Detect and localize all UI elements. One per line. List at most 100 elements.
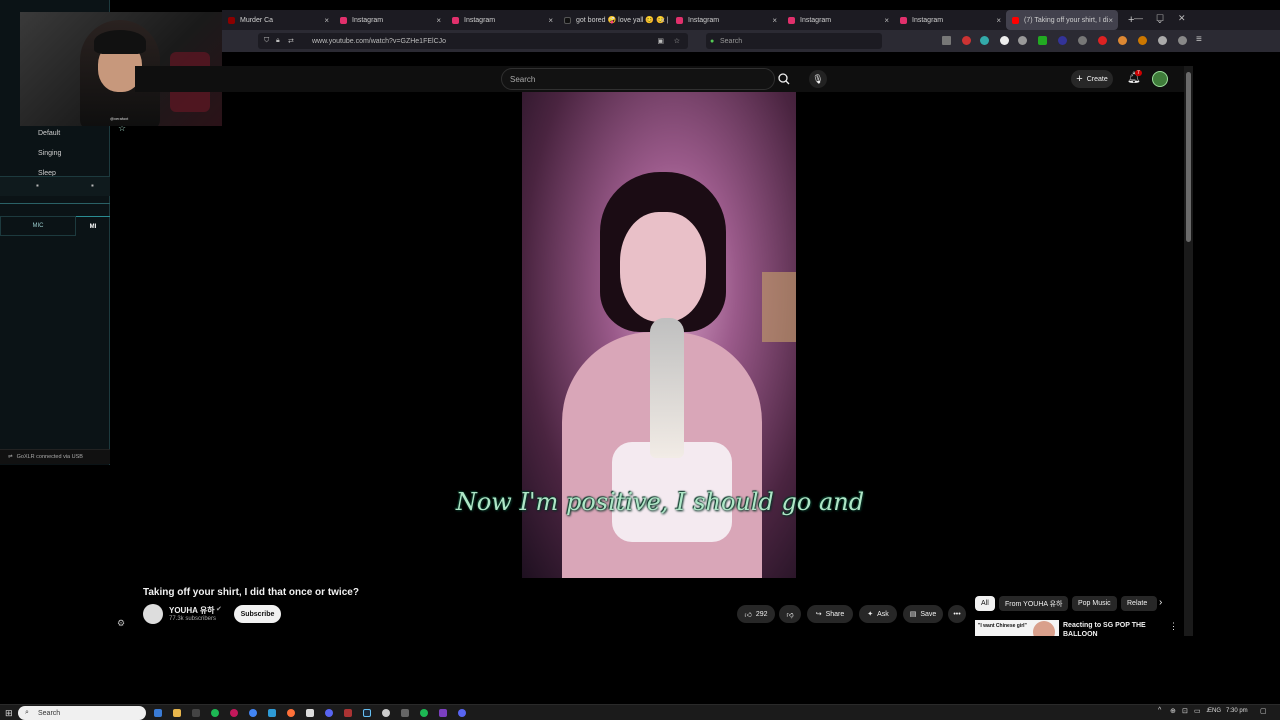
browser-tab[interactable]: Instagram ×	[894, 10, 1006, 30]
spotify-icon[interactable]	[211, 709, 219, 717]
close-window-icon[interactable]: ✕	[1178, 13, 1186, 24]
sample-item-singing[interactable]: Singing	[38, 150, 61, 157]
minimize-icon[interactable]: —	[1134, 13, 1143, 23]
close-tab-icon[interactable]: ×	[324, 16, 329, 25]
address-bar[interactable]: ⛉ 🔒︎ ⇄ www.youtube.com/watch?v=GZHe1FElC…	[258, 33, 688, 49]
app-icon[interactable]	[325, 709, 333, 717]
channel-avatar[interactable]	[143, 604, 163, 624]
menu-icon[interactable]: ≡	[1196, 34, 1202, 45]
browser-search-field[interactable]: ● Search	[706, 33, 882, 49]
thumbs-up-icon: 👍︎	[744, 611, 752, 619]
dislike-button[interactable]: 👎︎	[779, 605, 801, 623]
tray-icon[interactable]: ⊕	[1170, 707, 1176, 715]
close-tab-icon[interactable]: ×	[772, 16, 777, 25]
browser-tab[interactable]: Murder Ca ×	[222, 10, 334, 30]
like-button[interactable]: 👍︎ 292	[737, 605, 775, 623]
recommendation-menu-icon[interactable]: ⋮	[1169, 621, 1178, 632]
recommendation-thumbnail[interactable]: "I want Chinese girl"	[975, 620, 1059, 636]
close-tab-icon[interactable]: ×	[884, 16, 889, 25]
chips-next-chevron-icon[interactable]: ›	[1159, 597, 1162, 608]
recommendation-title[interactable]: Reacting to SG POP THE BALLOON	[1063, 621, 1163, 636]
app-icon[interactable]	[192, 709, 200, 717]
ask-button[interactable]: ✦ Ask	[859, 605, 897, 623]
save-preset-icon[interactable]: ▪	[36, 181, 39, 190]
extension-icon[interactable]	[962, 36, 971, 45]
chip-pop-music[interactable]: Pop Music	[1072, 596, 1117, 611]
channel-name[interactable]: YOUHA 유하	[169, 605, 215, 616]
extension-icon[interactable]	[1098, 36, 1107, 45]
extension-icon[interactable]	[1018, 36, 1027, 45]
app-icon[interactable]	[439, 709, 447, 717]
close-tab-icon[interactable]: ×	[660, 16, 665, 25]
extension-icon[interactable]	[980, 36, 989, 45]
reader-view-icon[interactable]: ▣	[657, 37, 664, 45]
file-explorer-icon[interactable]	[173, 709, 181, 717]
browser-tab-strip: Murder Ca × Instagram × Instagram × got bor…	[222, 10, 1280, 30]
file-icon[interactable]: ▪	[91, 181, 94, 190]
close-tab-icon[interactable]: ×	[436, 16, 441, 25]
microphone-icon[interactable]: 🎙︎	[809, 70, 827, 88]
maximize-icon[interactable]: ☐	[1156, 13, 1164, 24]
share-button[interactable]: ↪ Share	[807, 605, 853, 623]
library-icon[interactable]	[942, 36, 951, 45]
save-button[interactable]: ▤ Save	[903, 605, 943, 623]
chip-related[interactable]: Relate	[1121, 596, 1157, 611]
tab-mi[interactable]: MI	[76, 216, 110, 236]
extension-icon[interactable]	[1078, 36, 1087, 45]
spotify-icon[interactable]	[420, 709, 428, 717]
network-icon[interactable]: ▭	[1194, 707, 1201, 715]
obs-icon[interactable]	[382, 709, 390, 717]
app-icon[interactable]	[458, 709, 466, 717]
extensions-puzzle-icon[interactable]	[1158, 36, 1167, 45]
browser-tab[interactable]: Instagram ×	[670, 10, 782, 30]
browser-tab[interactable]: Instagram ×	[334, 10, 446, 30]
steam-icon[interactable]	[363, 709, 371, 717]
app-icon[interactable]	[401, 709, 409, 717]
app-icon[interactable]	[344, 709, 352, 717]
close-tab-icon[interactable]: ×	[1108, 16, 1113, 25]
browser-tab[interactable]: got bored 🤪 love yall 😊 😊 | ×	[558, 10, 670, 30]
chrome-icon[interactable]	[249, 709, 257, 717]
search-button[interactable]	[767, 68, 801, 90]
avatar[interactable]	[1152, 71, 1168, 87]
firefox-icon[interactable]	[287, 709, 295, 717]
settings-gear-icon[interactable]: ⚙︎	[117, 618, 125, 629]
extension-icon[interactable]	[1138, 36, 1147, 45]
language-indicator[interactable]: ENG	[1208, 708, 1221, 714]
extension-icon[interactable]	[1000, 36, 1009, 45]
windows-start-icon[interactable]: ⊞	[5, 708, 13, 719]
webcam-watermark: @xerafoxt	[110, 116, 129, 121]
subscribe-button[interactable]: Subscribe	[234, 605, 281, 623]
extension-icon[interactable]	[1058, 36, 1067, 45]
app-icon[interactable]	[230, 709, 238, 717]
notification-center-icon[interactable]: ▢	[1260, 707, 1267, 715]
sample-item-default[interactable]: Default	[38, 130, 60, 137]
tab-mic[interactable]: MIC	[0, 216, 76, 236]
extension-icon[interactable]	[1118, 36, 1127, 45]
browser-tab-active[interactable]: (7) Taking off your shirt, I di ×	[1006, 10, 1118, 30]
clock[interactable]: 7:30 pm	[1226, 708, 1248, 714]
browser-tab[interactable]: Instagram ×	[782, 10, 894, 30]
tab-mic-label: MIC	[32, 223, 44, 229]
bookmark-star-icon[interactable]: ☆	[674, 37, 680, 45]
extension-icon[interactable]	[1038, 36, 1047, 45]
close-tab-icon[interactable]: ×	[548, 16, 553, 25]
browser-tab[interactable]: Instagram ×	[446, 10, 558, 30]
thumbs-down-icon: 👎︎	[786, 611, 794, 619]
app-icon[interactable]	[268, 709, 276, 717]
tray-icon[interactable]: ⊡	[1182, 707, 1188, 715]
taskview-icon[interactable]	[154, 709, 162, 717]
chip-all[interactable]: All	[975, 596, 995, 611]
status-bar: ⇌ GoXLR connected via USB	[0, 449, 110, 464]
close-tab-icon[interactable]: ×	[996, 16, 1001, 25]
app-icon[interactable]	[306, 709, 314, 717]
chip-from-channel[interactable]: From YOUHA 유하	[999, 596, 1069, 611]
scrollbar-thumb[interactable]	[1186, 72, 1191, 242]
youtube-search-input[interactable]: Search	[501, 68, 775, 90]
taskbar-search-placeholder: Search	[38, 709, 61, 717]
more-actions-button[interactable]: •••	[948, 605, 966, 623]
volume-icon[interactable]	[1178, 36, 1187, 45]
create-button[interactable]: + Create	[1071, 70, 1113, 88]
taskbar-search[interactable]: ⌕ Search	[18, 706, 146, 720]
tray-chevron-icon[interactable]: ^	[1158, 707, 1161, 714]
